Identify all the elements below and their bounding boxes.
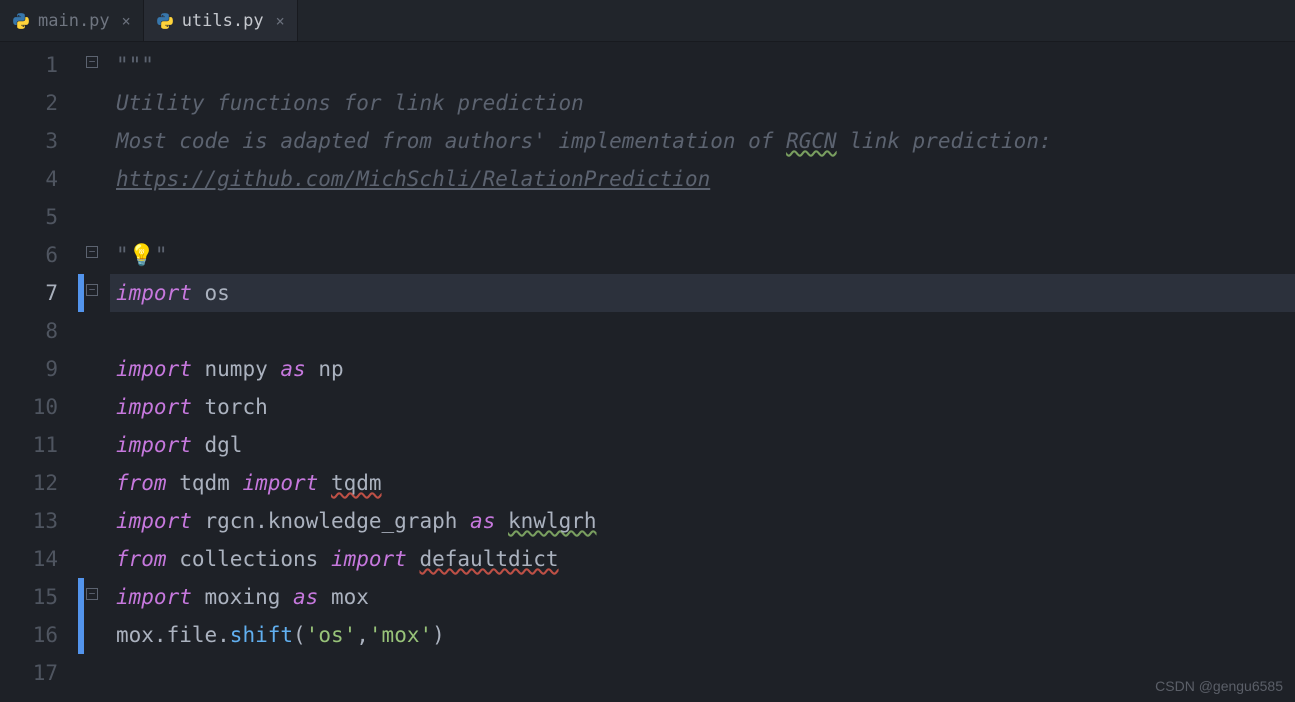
change-marker-icon [78, 616, 84, 654]
code-line[interactable]: import dgl [110, 426, 1295, 464]
code-line[interactable]: https://github.com/MichSchli/RelationPre… [110, 160, 1295, 198]
code-line[interactable] [110, 312, 1295, 350]
code-line[interactable]: import numpy as np [110, 350, 1295, 388]
watermark: CSDN @gengu6585 [1155, 678, 1283, 694]
code-area[interactable]: """ Utility functions for link predictio… [110, 42, 1295, 702]
line-number: 17 [0, 654, 58, 692]
tab-bar: main.py × utils.py × [0, 0, 1295, 42]
fold-toggle-icon[interactable]: − [86, 588, 98, 600]
tab-main-py[interactable]: main.py × [0, 0, 144, 41]
line-number: 14 [0, 540, 58, 578]
line-number: 16 [0, 616, 58, 654]
code-line[interactable]: Most code is adapted from authors' imple… [110, 122, 1295, 160]
line-number: 9 [0, 350, 58, 388]
line-number: 2 [0, 84, 58, 122]
line-number: 15 [0, 578, 58, 616]
code-line[interactable]: import os [110, 274, 1295, 312]
fold-toggle-icon[interactable]: − [86, 284, 98, 296]
line-number: 4 [0, 160, 58, 198]
line-number: 5 [0, 198, 58, 236]
line-number-gutter: 1 2 3 4 5 6 7 8 9 10 11 12 13 14 15 16 1… [0, 42, 80, 702]
code-line[interactable] [110, 654, 1295, 692]
fold-toggle-icon[interactable]: − [86, 56, 98, 68]
code-editor[interactable]: 1 2 3 4 5 6 7 8 9 10 11 12 13 14 15 16 1… [0, 42, 1295, 702]
code-line[interactable]: Utility functions for link prediction [110, 84, 1295, 122]
code-line[interactable]: from tqdm import tqdm [110, 464, 1295, 502]
close-icon[interactable]: × [276, 12, 285, 30]
python-icon [12, 12, 30, 30]
line-number: 7 [0, 274, 58, 312]
python-icon [156, 12, 174, 30]
line-number: 6 [0, 236, 58, 274]
code-line[interactable]: import moxing as mox [110, 578, 1295, 616]
code-line[interactable]: from collections import defaultdict [110, 540, 1295, 578]
change-marker-icon [78, 578, 84, 616]
line-number: 12 [0, 464, 58, 502]
change-marker-icon [78, 274, 84, 312]
line-number: 3 [0, 122, 58, 160]
code-line[interactable] [110, 198, 1295, 236]
close-icon[interactable]: × [122, 12, 131, 30]
fold-toggle-icon[interactable]: − [86, 246, 98, 258]
code-line[interactable]: import torch [110, 388, 1295, 426]
line-number: 10 [0, 388, 58, 426]
code-line[interactable]: "💡" [110, 236, 1295, 274]
code-line[interactable]: mox.file.shift('os','mox') [110, 616, 1295, 654]
lightbulb-icon[interactable]: 💡 [129, 236, 155, 274]
line-number: 1 [0, 46, 58, 84]
line-number: 8 [0, 312, 58, 350]
line-number: 13 [0, 502, 58, 540]
tab-utils-py[interactable]: utils.py × [144, 0, 298, 41]
code-line[interactable]: import rgcn.knowledge_graph as knwlgrh [110, 502, 1295, 540]
line-number: 11 [0, 426, 58, 464]
tab-label: main.py [38, 11, 110, 31]
code-line[interactable]: """ [110, 46, 1295, 84]
tab-label: utils.py [182, 11, 264, 31]
fold-column: − − − − [80, 42, 110, 702]
